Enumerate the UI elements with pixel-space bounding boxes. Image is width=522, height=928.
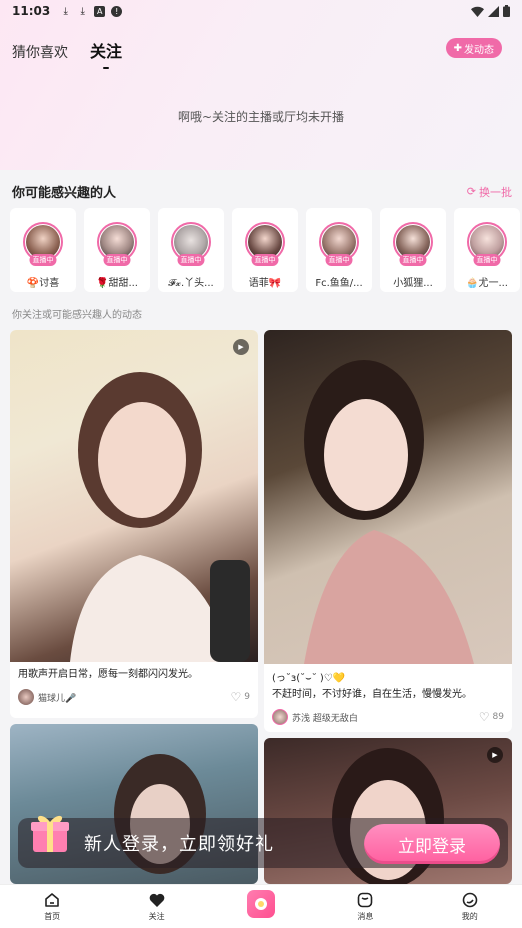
home-icon bbox=[45, 893, 59, 907]
avatar: 直播中 bbox=[393, 222, 433, 266]
battery-icon bbox=[503, 5, 510, 17]
bottom-nav: 首页 关注 消息 我的 bbox=[0, 884, 522, 928]
tab-following[interactable]: 关注 bbox=[90, 38, 122, 62]
avatar: 直播中 bbox=[467, 222, 507, 266]
nav-label: 关注 bbox=[148, 912, 165, 921]
avatar: 直播中 bbox=[23, 222, 63, 266]
live-badge: 直播中 bbox=[325, 254, 353, 266]
refresh-button[interactable]: ⟳ 换一批 bbox=[467, 184, 512, 200]
post-caption: 用歌声开启日常，愿每一刻都闪闪发光。 bbox=[18, 669, 198, 680]
nav-profile[interactable]: 我的 bbox=[440, 891, 500, 922]
live-badge: 直播中 bbox=[177, 254, 205, 266]
post-button-label: 发动态 bbox=[464, 44, 494, 56]
nav-center-action[interactable] bbox=[231, 889, 291, 918]
user-name: 🧁尤一... bbox=[466, 278, 508, 289]
author-avatar[interactable] bbox=[18, 689, 34, 705]
plus-icon: ✚ bbox=[453, 42, 462, 54]
tab-guess-you-like[interactable]: 猜你喜欢 bbox=[12, 42, 68, 62]
video-play-icon[interactable]: ▶ bbox=[233, 339, 249, 355]
nav-messages[interactable]: 消息 bbox=[335, 891, 395, 922]
nav-label: 消息 bbox=[357, 912, 374, 921]
recommend-header: 你可能感兴趣的人 ⟳ 换一批 bbox=[12, 182, 512, 201]
alert-icon: ! bbox=[111, 5, 123, 17]
center-app-icon bbox=[246, 889, 275, 918]
heart-icon: ♡ bbox=[478, 710, 490, 724]
user-name: Fc.鱼鱼/... bbox=[315, 278, 363, 289]
post-meta: 猫球儿🎤 ♡ 9 bbox=[18, 689, 250, 705]
nav-label: 我的 bbox=[461, 912, 478, 921]
live-badge: 直播中 bbox=[473, 254, 501, 266]
recommend-user-card[interactable]: 直播中 Fc.鱼鱼/... bbox=[306, 208, 372, 292]
post-meta: 苏浅 超级无敌白 ♡ 89 bbox=[272, 709, 504, 725]
person-silhouette bbox=[304, 360, 474, 664]
post-caption-line2: 不赶时间，不讨好谁，自在生活，慢慢发光。 bbox=[272, 689, 472, 700]
recommend-title: 你可能感兴趣的人 bbox=[12, 186, 117, 201]
author-name[interactable]: 猫球儿🎤 bbox=[38, 691, 76, 704]
gift-icon bbox=[31, 815, 69, 852]
feed-post[interactable]: (っ˘з(˘⌣˘ )♡💛 不赶时间，不讨好谁，自在生活，慢慢发光。 苏浅 超级无… bbox=[264, 330, 512, 732]
recommend-user-card[interactable]: 直播中 𝓕𝔁.丫头... bbox=[158, 208, 224, 292]
user-name: 小狐狸... bbox=[393, 278, 433, 289]
recommend-user-card[interactable]: 直播中 语菲🎀 bbox=[232, 208, 298, 292]
empty-state-message: 啊哦~关注的主播或厅均未开播 bbox=[177, 110, 345, 124]
refresh-label: 换一批 bbox=[479, 185, 512, 199]
status-time: 11:03 bbox=[12, 4, 51, 18]
live-badge: 直播中 bbox=[399, 254, 427, 266]
user-name: 语菲🎀 bbox=[248, 278, 282, 289]
like-button[interactable]: ♡ 89 bbox=[479, 710, 504, 724]
avatar: 直播中 bbox=[171, 222, 211, 266]
like-count: 9 bbox=[244, 692, 250, 702]
user-name: 🍄讨喜 bbox=[26, 278, 60, 289]
heart-icon: ♡ bbox=[230, 690, 242, 704]
nav-following[interactable]: 关注 bbox=[127, 891, 187, 922]
wifi-icon bbox=[471, 6, 484, 17]
person-silhouette bbox=[70, 372, 250, 662]
post-photo bbox=[264, 330, 512, 664]
like-count: 89 bbox=[492, 712, 504, 722]
avatar: 直播中 bbox=[319, 222, 359, 266]
feed-title: 你关注或可能感兴趣人的动态 bbox=[12, 310, 142, 321]
feed-post[interactable]: ▶ 用歌声开启日常，愿每一刻都闪闪发光。 猫球儿🎤 ♡ 9 bbox=[10, 330, 258, 718]
user-name: 🌹甜甜... bbox=[96, 278, 138, 289]
top-tabs: 猜你喜欢 关注 bbox=[12, 38, 122, 62]
login-now-button[interactable]: 立即登录 bbox=[364, 824, 500, 864]
video-play-icon[interactable]: ▶ bbox=[487, 747, 503, 763]
download-icon: ⤓ bbox=[80, 5, 85, 17]
author-name[interactable]: 苏浅 超级无敌白 bbox=[292, 711, 358, 724]
message-icon bbox=[358, 892, 373, 908]
post-caption-line1: (っ˘з(˘⌣˘ )♡💛 bbox=[272, 673, 346, 684]
live-badge: 直播中 bbox=[251, 254, 279, 266]
live-badge: 直播中 bbox=[29, 254, 57, 266]
signal-icon bbox=[488, 5, 499, 17]
post-button[interactable]: ✚ 发动态 bbox=[445, 38, 502, 58]
status-bar: 11:03 ⤓ ⤓ A ! bbox=[0, 0, 522, 22]
notification-icons: ⤓ ⤓ A ! bbox=[60, 5, 123, 17]
post-photo bbox=[10, 330, 258, 662]
nav-label: 首页 bbox=[44, 912, 61, 921]
app-notification-icon: A bbox=[94, 5, 106, 17]
recommend-user-card[interactable]: 直播中 🌹甜甜... bbox=[84, 208, 150, 292]
recommend-user-card[interactable]: 直播中 🍄讨喜 bbox=[10, 208, 76, 292]
header-background bbox=[0, 0, 522, 170]
author-avatar[interactable] bbox=[272, 709, 288, 725]
recommend-list: 直播中 🍄讨喜 直播中 🌹甜甜... 直播中 𝓕𝔁.丫头... 直播中 语菲🎀 … bbox=[10, 208, 520, 292]
heart-icon bbox=[149, 893, 164, 907]
live-badge: 直播中 bbox=[103, 254, 131, 266]
recommend-user-card[interactable]: 直播中 🧁尤一... bbox=[454, 208, 520, 292]
avatar: 直播中 bbox=[97, 222, 137, 266]
recommend-user-card[interactable]: 直播中 小狐狸... bbox=[380, 208, 446, 292]
promo-text: 新人登录，立即领好礼 bbox=[84, 834, 274, 855]
like-button[interactable]: ♡ 9 bbox=[231, 690, 251, 704]
download-icon: ⤓ bbox=[63, 5, 68, 17]
avatar: 直播中 bbox=[245, 222, 285, 266]
user-name: 𝓕𝔁.丫头... bbox=[168, 278, 214, 289]
refresh-icon: ⟳ bbox=[466, 185, 476, 198]
system-indicators bbox=[471, 5, 510, 17]
profile-icon bbox=[462, 892, 478, 908]
nav-home[interactable]: 首页 bbox=[22, 891, 82, 922]
promo-banner[interactable]: 新人登录，立即领好礼 立即登录 bbox=[18, 815, 508, 868]
